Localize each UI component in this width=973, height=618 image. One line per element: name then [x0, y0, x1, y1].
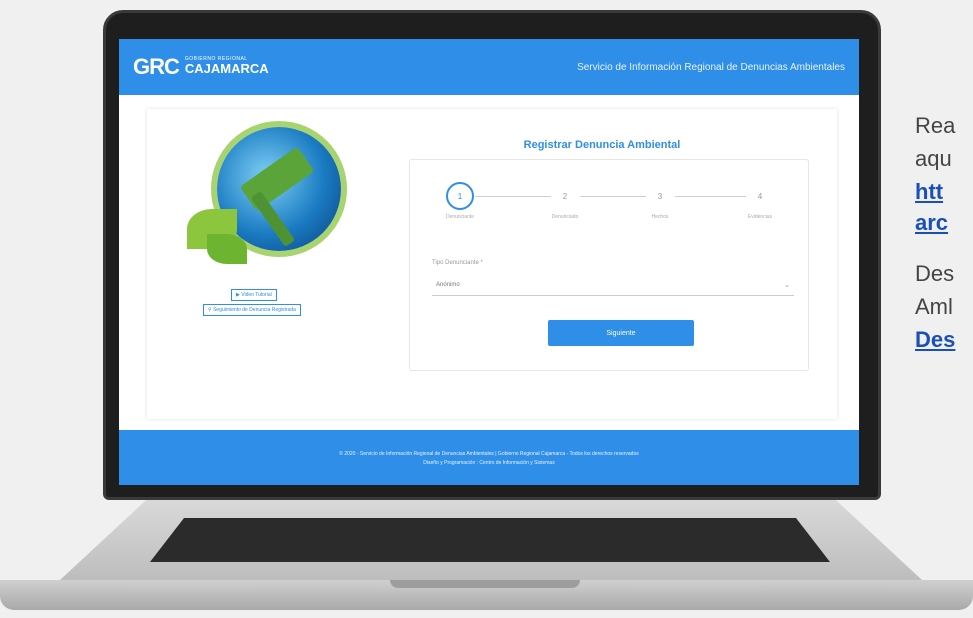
complainant-type-label: Tipo Denunciante *: [432, 260, 483, 266]
laptop-notch: [390, 580, 580, 588]
video-tutorial-button[interactable]: ▶ Video Tutorial: [231, 289, 277, 301]
step-2[interactable]: 2 Denunciado: [530, 182, 600, 220]
side-link[interactable]: arc: [915, 212, 973, 234]
step-label: Hechos: [651, 214, 669, 220]
side-link[interactable]: htt: [915, 181, 973, 203]
step-circle: 2: [551, 182, 579, 210]
chevron-down-icon: ⌄: [784, 281, 790, 289]
step-1[interactable]: 1 Denunciante: [425, 182, 495, 220]
side-link[interactable]: Des: [915, 329, 973, 351]
step-label: Denunciado: [551, 214, 579, 220]
footer-credits: Diseño y Programación : Centro de Inform…: [423, 459, 555, 466]
next-button[interactable]: Siguiente: [548, 320, 694, 346]
laptop-screen: GRC GOBIERNO REGIONAL CAJAMARCA Servicio…: [119, 39, 859, 485]
form-title: Registrar Denuncia Ambiental: [523, 139, 681, 151]
step-label: Evidencias: [747, 214, 773, 220]
side-text-line: aqu: [915, 148, 952, 170]
app-footer: © 2020 - Servicio de Información Regiona…: [119, 430, 859, 485]
side-text-line: Rea: [915, 115, 956, 137]
step-circle: 1: [446, 182, 474, 210]
side-text-line: Des: [915, 263, 955, 285]
track-complaint-button[interactable]: ⚲ Seguimiento de Denuncia Registrada: [203, 304, 301, 316]
content-card: ▶ Video Tutorial ⚲ Seguimiento de Denunc…: [147, 109, 837, 419]
header-title: Servicio de Información Regional de Denu…: [577, 61, 845, 73]
brand-mark: GRC: [133, 54, 180, 79]
laptop-keyboard: [150, 518, 830, 562]
leaf-icon: [207, 234, 247, 264]
step-label: Denunciante: [445, 214, 475, 220]
complaint-form: 1 Denunciante 2 Denunciado 3 Hechos 4 Ev…: [409, 159, 809, 371]
footer-copyright: © 2020 - Servicio de Información Regiona…: [339, 450, 639, 457]
brand-name: CAJAMARCA: [184, 61, 269, 76]
step-3[interactable]: 3 Hechos: [625, 182, 695, 220]
track-complaint-label: Seguimiento de Denuncia Registrada: [213, 307, 296, 313]
step-circle: 4: [746, 182, 774, 210]
stepper: 1 Denunciante 2 Denunciado 3 Hechos 4 Ev…: [420, 182, 800, 232]
video-tutorial-label: Video Tutorial: [241, 292, 272, 298]
complainant-type-select[interactable]: Anónimo ⌄: [432, 274, 794, 296]
step-4[interactable]: 4 Evidencias: [725, 182, 795, 220]
app-header: GRC GOBIERNO REGIONAL CAJAMARCA Servicio…: [119, 39, 859, 95]
brand-text: GOBIERNO REGIONAL CAJAMARCA: [185, 57, 269, 77]
brand-logo[interactable]: GRC GOBIERNO REGIONAL CAJAMARCA: [133, 54, 269, 80]
step-circle: 3: [646, 182, 674, 210]
side-text-line: Aml: [915, 296, 953, 318]
complainant-type-value: Anónimo: [436, 281, 460, 288]
